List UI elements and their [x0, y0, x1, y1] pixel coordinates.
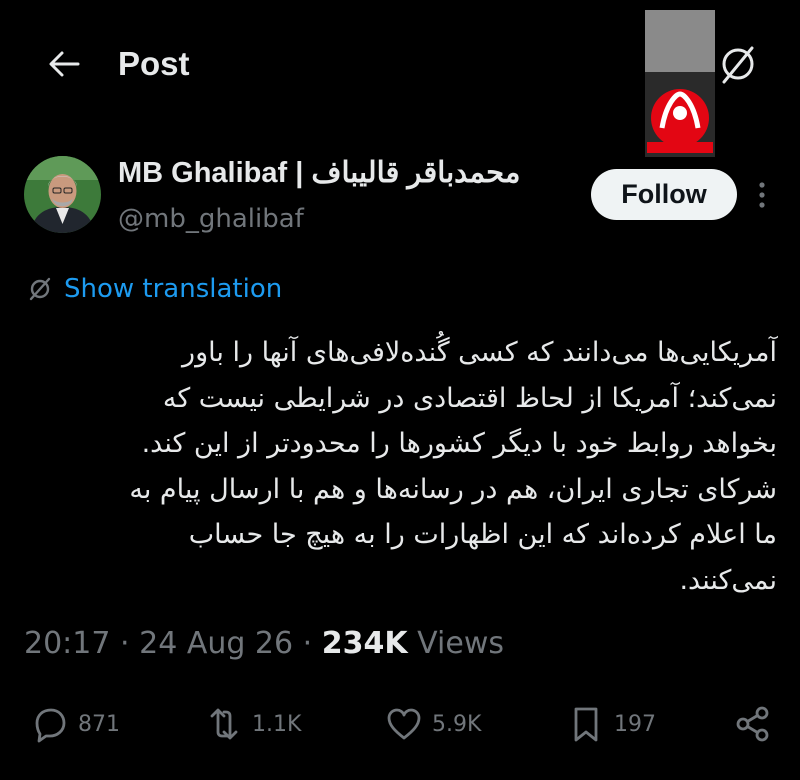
translate-off-icon: [722, 46, 754, 84]
follow-button[interactable]: Follow: [591, 169, 737, 220]
header-bar: Post: [0, 0, 800, 157]
repost-icon: [210, 708, 238, 740]
bookmark-button[interactable]: 197: [566, 696, 656, 752]
author-handle[interactable]: @mb_ghalibaf: [118, 199, 304, 239]
views-count: 234K: [321, 626, 408, 661]
post-time[interactable]: 20:17: [24, 626, 110, 661]
reply-count: 871: [78, 711, 120, 737]
meta-separator: ·: [302, 626, 313, 661]
tweet-text: آمریکایی‌ها می‌دانند که کسی گُنده‌لافی‌ه…: [20, 330, 777, 603]
repost-button[interactable]: 1.1K: [204, 696, 301, 752]
more-vertical-icon[interactable]: [752, 180, 772, 210]
tweet-meta: 20:17 · 24 Aug 26 · 234K Views: [24, 622, 504, 666]
share-icon: [736, 706, 769, 742]
news-agency-logo: [645, 10, 715, 157]
page-title: Post: [118, 45, 190, 82]
action-bar: 871 1.1K 5.9K 197: [0, 696, 800, 752]
reply-icon: [35, 708, 66, 743]
avatar[interactable]: [24, 156, 101, 233]
bookmark-count: 197: [614, 711, 656, 737]
show-translation-label: Show translation: [64, 274, 283, 304]
bookmark-icon: [574, 707, 598, 742]
like-count: 5.9K: [432, 711, 482, 737]
translate-icon: [29, 277, 51, 301]
show-translation-link[interactable]: Show translation: [26, 274, 282, 304]
heart-icon: [387, 708, 421, 740]
tweet-text-line: آمریکایی‌ها می‌دانند که کسی گُنده‌لافی‌ه…: [182, 337, 777, 368]
author-display-name[interactable]: MB Ghalibaf | محمدباقر قالیباف: [118, 153, 520, 193]
profile-photo: [24, 156, 101, 233]
like-button[interactable]: 5.9K: [384, 696, 481, 752]
arrow-left-icon[interactable]: [44, 44, 84, 84]
tweet-text-line: ما اعلام کرده‌اند که این اظهارات را به ه…: [188, 519, 777, 550]
meta-separator: ·: [120, 626, 130, 661]
tweet-text-line: نمی‌کند؛ آمریکا از لحاظ اقتصادی در شرایط…: [162, 382, 777, 414]
tweet-text-line: شرکای تجاری ایران، هم در رسانه‌ها و هم ب…: [129, 473, 777, 505]
share-button[interactable]: [733, 696, 773, 752]
tweet-text-line: نمی‌کنند.: [679, 564, 777, 596]
repost-count: 1.1K: [252, 711, 302, 737]
tweet-text-line: بخواهد روابط خود با دیگر کشورها را محدود…: [141, 428, 777, 459]
reply-button[interactable]: 871: [30, 696, 120, 752]
post-date[interactable]: 24 Aug 26: [139, 626, 293, 661]
views-label: Views: [417, 626, 504, 661]
